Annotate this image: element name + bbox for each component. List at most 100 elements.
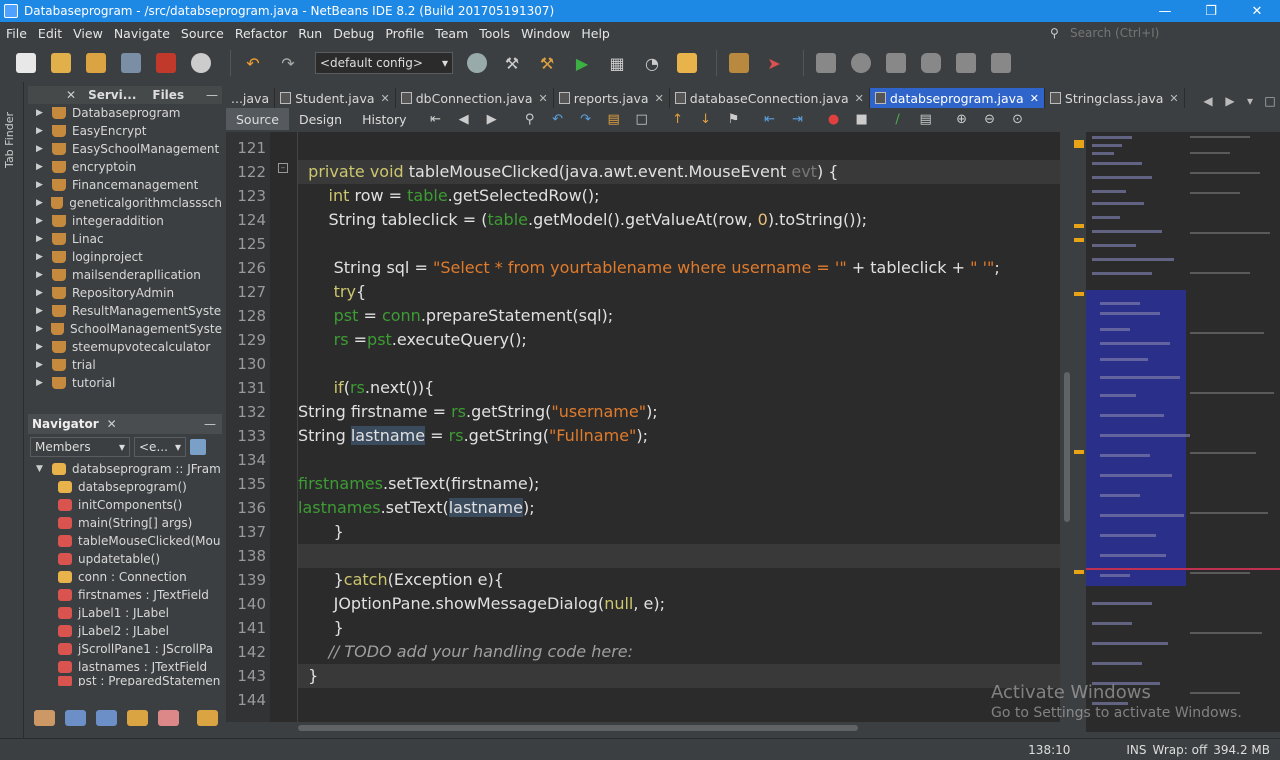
code-line[interactable]: firstnames.setText(firstname); [298, 472, 1060, 496]
close-tab-icon[interactable]: ✕ [381, 92, 390, 105]
project-item[interactable]: ▶ SchoolManagementSyste [28, 320, 222, 338]
search-input[interactable] [1064, 26, 1280, 40]
tab-dbconnection[interactable]: dbConnection.java ✕ [396, 88, 554, 108]
hierarchy-icon[interactable] [34, 710, 55, 726]
close-button[interactable]: ✕ [1234, 4, 1280, 19]
navigator-member[interactable]: tableMouseClicked(Mou [28, 532, 222, 550]
minimize-button[interactable]: — [1142, 4, 1188, 19]
editor-vertical-scrollbar[interactable] [1060, 132, 1074, 722]
source-view-button[interactable]: Source [226, 108, 289, 130]
tool-db-icon[interactable] [917, 49, 945, 77]
menu-edit[interactable]: Edit [32, 26, 67, 41]
members-select[interactable]: Members ▾ [30, 437, 130, 457]
zoom-in-icon[interactable]: ⊕ [951, 112, 973, 127]
project-item[interactable]: ▶ Linac [28, 230, 222, 248]
expand-triangle-icon[interactable]: ▶ [36, 144, 46, 154]
expand-triangle-icon[interactable]: ▶ [36, 306, 46, 316]
navigator-member[interactable]: databseprogram() [28, 478, 222, 496]
project-item[interactable]: ▶ tutorial [28, 374, 222, 392]
tool-zoom-icon[interactable] [847, 49, 875, 77]
code-line[interactable]: }catch(Exception e){ [298, 568, 1060, 592]
expand-triangle-icon[interactable]: ▶ [36, 360, 46, 370]
find-icon[interactable]: ⚲ [519, 112, 541, 127]
close-tab-icon[interactable]: ✕ [538, 92, 547, 105]
code-line[interactable] [298, 232, 1060, 256]
menu-window[interactable]: Window [515, 26, 575, 41]
expand-triangle-icon[interactable]: ▶ [36, 270, 46, 280]
menu-refactor[interactable]: Refactor [229, 26, 292, 41]
tab-scroll-right-icon[interactable]: ▶ [1220, 94, 1240, 108]
sort-icon[interactable] [197, 710, 218, 726]
code-line[interactable]: rs =pst.executeQuery(); [298, 328, 1060, 352]
navigator-member[interactable]: jLabel1 : JLabel [28, 604, 222, 622]
navigator-root[interactable]: ▼ databseprogram :: JFram [28, 460, 222, 478]
apply-code-icon[interactable] [673, 49, 701, 77]
new-file-icon[interactable] [12, 49, 40, 77]
expand-triangle-icon[interactable]: ▶ [36, 198, 45, 208]
menu-run[interactable]: Run [292, 26, 327, 41]
code-line[interactable]: private void tableMouseClicked(java.awt.… [298, 160, 1060, 184]
code-line[interactable]: } [298, 616, 1060, 640]
menu-profile[interactable]: Profile [379, 26, 429, 41]
shift-right-icon[interactable]: ⇥ [787, 112, 809, 127]
prev-bookmark-icon[interactable]: ↑ [667, 112, 689, 127]
run-icon[interactable]: ▶ [568, 49, 596, 77]
menu-navigate[interactable]: Navigate [108, 26, 175, 41]
code-line[interactable] [298, 544, 1060, 568]
minimize-panel-icon[interactable]: — [202, 88, 222, 102]
uncomment-icon[interactable]: ▤ [915, 112, 937, 127]
tool-diff-icon[interactable] [987, 49, 1015, 77]
close-icon[interactable]: ✕ [103, 417, 121, 431]
back-icon[interactable]: ◀ [453, 112, 475, 127]
tab-databseprogram[interactable]: databseprogram.java ✕ [869, 88, 1045, 108]
inherited-filter-icon[interactable] [158, 710, 179, 726]
new-project-icon[interactable] [47, 49, 75, 77]
project-item[interactable]: ▶ Financemanagement [28, 176, 222, 194]
code-line[interactable] [298, 136, 1060, 160]
pick-icon[interactable]: ➤ [760, 49, 788, 77]
navigator-member[interactable]: jLabel2 : JLabel [28, 622, 222, 640]
minimize-panel-icon[interactable]: — [204, 417, 222, 431]
menu-debug[interactable]: Debug [327, 26, 379, 41]
error-stripe[interactable] [1074, 132, 1086, 722]
navigator-member[interactable]: updatetable() [28, 550, 222, 568]
collapse-triangle-icon[interactable]: ▼ [36, 464, 46, 474]
tab-stringclass[interactable]: Stringclass.java ✕ [1045, 88, 1185, 108]
menu-tools[interactable]: Tools [473, 26, 515, 41]
navigator-member[interactable]: firstnames : JTextField [28, 586, 222, 604]
project-item[interactable]: ▶ EasyEncrypt [28, 122, 222, 140]
tool-edit-icon[interactable] [882, 49, 910, 77]
history-view-button[interactable]: History [352, 108, 416, 130]
globe-icon[interactable] [463, 49, 491, 77]
project-item[interactable]: ▶ integeraddition [28, 212, 222, 230]
filter-toggle-icon[interactable] [190, 439, 206, 455]
code-line[interactable]: int row = table.getSelectedRow(); [298, 184, 1060, 208]
rect-select-icon[interactable]: □ [631, 112, 653, 127]
close-tab-icon[interactable]: ✕ [1169, 92, 1178, 105]
expand-triangle-icon[interactable]: ▶ [36, 288, 46, 298]
code-line[interactable]: if(rs.next()){ [298, 376, 1060, 400]
toggle-highlight-icon[interactable]: ▤ [603, 112, 625, 127]
expand-triangle-icon[interactable]: ▶ [36, 324, 45, 334]
design-view-button[interactable]: Design [289, 108, 352, 130]
comment-icon[interactable]: ∕ [887, 112, 909, 127]
build-hammer-icon[interactable]: ⚒ [498, 49, 526, 77]
tab-scroll-left-icon[interactable]: ◀ [1196, 94, 1220, 108]
tool-square-icon[interactable] [812, 49, 840, 77]
menu-file[interactable]: File [0, 26, 32, 41]
expand-triangle-icon[interactable]: ▶ [36, 162, 46, 172]
find-next-icon[interactable]: ↷ [575, 112, 597, 127]
code-line[interactable]: String lastname = rs.getString("Fullname… [298, 424, 1060, 448]
menu-help[interactable]: Help [575, 26, 615, 41]
maximize-editor-icon[interactable]: □ [1260, 94, 1280, 108]
zoom-out-icon[interactable]: ⊖ [979, 112, 1001, 127]
tab-list-icon[interactable]: ▾ [1240, 94, 1260, 108]
open-project-icon[interactable] [82, 49, 110, 77]
fold-toggle-icon[interactable]: – [278, 163, 288, 173]
tool-window-icon[interactable] [952, 49, 980, 77]
project-item[interactable]: ▶ EasySchoolManagement [28, 140, 222, 158]
field-filter-icon[interactable] [65, 710, 86, 726]
menu-source[interactable]: Source [175, 26, 229, 41]
save-all-icon[interactable] [117, 49, 145, 77]
empty-filter-select[interactable]: <e... ▾ [134, 437, 186, 457]
